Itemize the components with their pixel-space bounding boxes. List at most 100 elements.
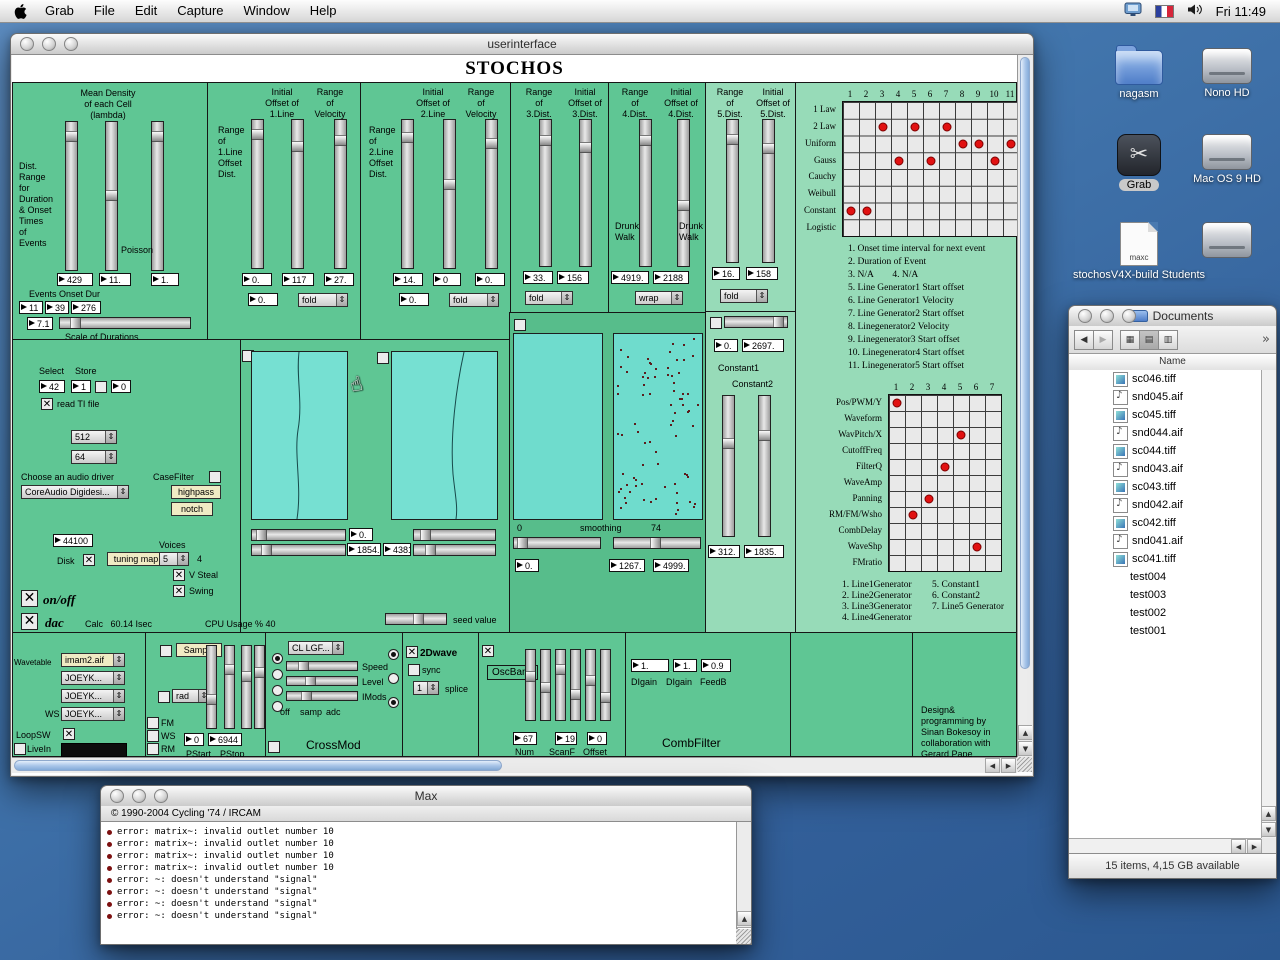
scroll-down-button[interactable]	[1018, 741, 1032, 756]
toggle-checkbox[interactable]	[710, 317, 722, 329]
toggle-checkbox[interactable]	[158, 691, 170, 703]
resize-grip[interactable]	[1017, 757, 1032, 772]
line1-slider[interactable]	[291, 119, 304, 269]
number-box[interactable]: 276	[71, 301, 101, 314]
lambda-slider[interactable]	[105, 121, 118, 271]
desktop-icon-grab[interactable]: Grab	[1106, 134, 1172, 192]
wavetable-menu[interactable]: JOEYK...	[61, 671, 125, 685]
menu-item[interactable]: Edit	[125, 0, 167, 22]
file-row[interactable]: snd044.aif	[1069, 424, 1261, 442]
apple-menu-icon[interactable]	[14, 3, 27, 19]
title-bar[interactable]: userinterface	[11, 34, 1033, 55]
dist4-slider[interactable]	[639, 119, 652, 267]
number-box[interactable]: 1.	[631, 659, 669, 672]
radio-button[interactable]	[272, 685, 283, 696]
read-ti-toggle[interactable]	[41, 398, 53, 411]
menu-item[interactable]: File	[84, 0, 125, 22]
oscbank-slider[interactable]	[600, 649, 611, 721]
onoff-toggle[interactable]	[21, 590, 38, 607]
file-row[interactable]: snd043.aif	[1069, 460, 1261, 478]
matrix-dot[interactable]	[892, 398, 902, 408]
zoom-button[interactable]	[154, 789, 168, 803]
constant2-slider[interactable]	[758, 395, 771, 537]
dist3-slider[interactable]	[579, 119, 592, 267]
scroll-left-button[interactable]	[985, 758, 1000, 773]
smoothing-slider[interactable]	[613, 537, 701, 549]
scatter-canvas[interactable]	[613, 333, 703, 520]
number-box[interactable]: 6944	[208, 733, 242, 746]
number-box[interactable]: 117	[282, 273, 314, 286]
matrix-dot[interactable]	[990, 156, 1000, 166]
matrix-dot[interactable]	[878, 122, 888, 132]
number-box[interactable]: 0	[587, 732, 607, 745]
number-box[interactable]: 0.	[242, 273, 272, 286]
number-box[interactable]: 1	[71, 380, 91, 393]
notch-message[interactable]: notch	[171, 502, 213, 516]
sync-toggle[interactable]	[408, 664, 420, 676]
audio-driver-menu[interactable]: CoreAudio Digidesi...	[21, 485, 129, 499]
number-box[interactable]: 1.	[673, 659, 697, 672]
file-row[interactable]: sc043.tiff	[1069, 478, 1261, 496]
number-box[interactable]: 2188	[653, 271, 689, 284]
file-row[interactable]: sc041.tiff	[1069, 550, 1261, 568]
close-button[interactable]	[20, 37, 34, 51]
matrix-dot[interactable]	[924, 494, 934, 504]
resize-grip[interactable]	[736, 929, 751, 944]
fft-size-menu[interactable]: 512	[71, 430, 117, 444]
toggle-checkbox[interactable]	[160, 645, 172, 657]
number-box[interactable]: 4999.	[653, 559, 689, 572]
crossmod-menu[interactable]: CL LGF...	[288, 641, 344, 655]
number-box[interactable]: 67	[513, 732, 537, 745]
matrix-dot[interactable]	[956, 430, 966, 440]
number-box[interactable]: 19	[555, 732, 577, 745]
radio-button[interactable]	[388, 697, 399, 708]
livein-toggle[interactable]	[14, 743, 26, 755]
fm-toggle[interactable]	[147, 717, 159, 729]
tuning-map-message[interactable]: tuning map	[107, 552, 165, 566]
file-row[interactable]: test004	[1069, 568, 1261, 586]
lambda-slider[interactable]	[65, 121, 78, 271]
oscbank-slider[interactable]	[525, 649, 536, 721]
casefilter-toggle[interactable]	[209, 471, 221, 483]
number-box[interactable]: 4381	[383, 543, 411, 556]
number-box[interactable]: 4919.	[611, 271, 649, 284]
matrix-dot[interactable]	[894, 156, 904, 166]
fold-menu[interactable]: fold	[525, 291, 573, 305]
column-view-button[interactable]: ▥	[1158, 329, 1178, 350]
sampler-slider[interactable]	[224, 645, 235, 729]
number-box[interactable]: 1854.	[347, 543, 381, 556]
minimize-button[interactable]	[42, 37, 56, 51]
horizontal-scrollbar[interactable]	[12, 757, 1017, 773]
splice-menu[interactable]: 1	[413, 681, 439, 695]
field-canvas[interactable]	[513, 333, 603, 520]
menu-item[interactable]: Window	[234, 0, 300, 22]
speed-slider[interactable]	[286, 661, 358, 671]
dist4-slider[interactable]	[677, 119, 690, 267]
2dwave-toggle[interactable]	[406, 646, 418, 659]
zoom-button[interactable]	[1122, 309, 1136, 323]
desktop-icon-disk[interactable]	[1194, 222, 1260, 261]
ws-toggle[interactable]	[147, 730, 159, 742]
name-column-header[interactable]: Name	[1069, 354, 1276, 371]
number-box[interactable]: 0	[184, 733, 204, 746]
sampler-slider[interactable]	[241, 645, 252, 729]
number-box[interactable]: 0.	[399, 293, 429, 306]
line-canvas-2[interactable]	[391, 351, 498, 520]
number-box[interactable]: 11.	[99, 273, 131, 286]
error-row[interactable]: error: matrix~: invalid outlet number 10	[101, 862, 751, 874]
title-bar[interactable]: Documents	[1069, 306, 1276, 327]
number-box[interactable]: 1835.	[744, 545, 784, 558]
radio-button[interactable]	[272, 669, 283, 680]
menu-item[interactable]: Grab	[35, 0, 84, 22]
matrix-dot[interactable]	[910, 122, 920, 132]
constant-slider[interactable]	[724, 316, 788, 328]
menu-clock[interactable]: Fri 11:49	[1216, 4, 1266, 19]
crossmod-toggle[interactable]	[268, 741, 280, 753]
line2-slider[interactable]	[401, 119, 414, 269]
oscbank-slider[interactable]	[540, 649, 551, 721]
number-box[interactable]: 0.	[349, 528, 373, 541]
imods-slider[interactable]	[286, 691, 358, 701]
file-row[interactable]: sc046.tiff	[1069, 370, 1261, 388]
sampler-slider[interactable]	[206, 645, 217, 729]
fold-menu[interactable]: fold	[298, 293, 348, 307]
